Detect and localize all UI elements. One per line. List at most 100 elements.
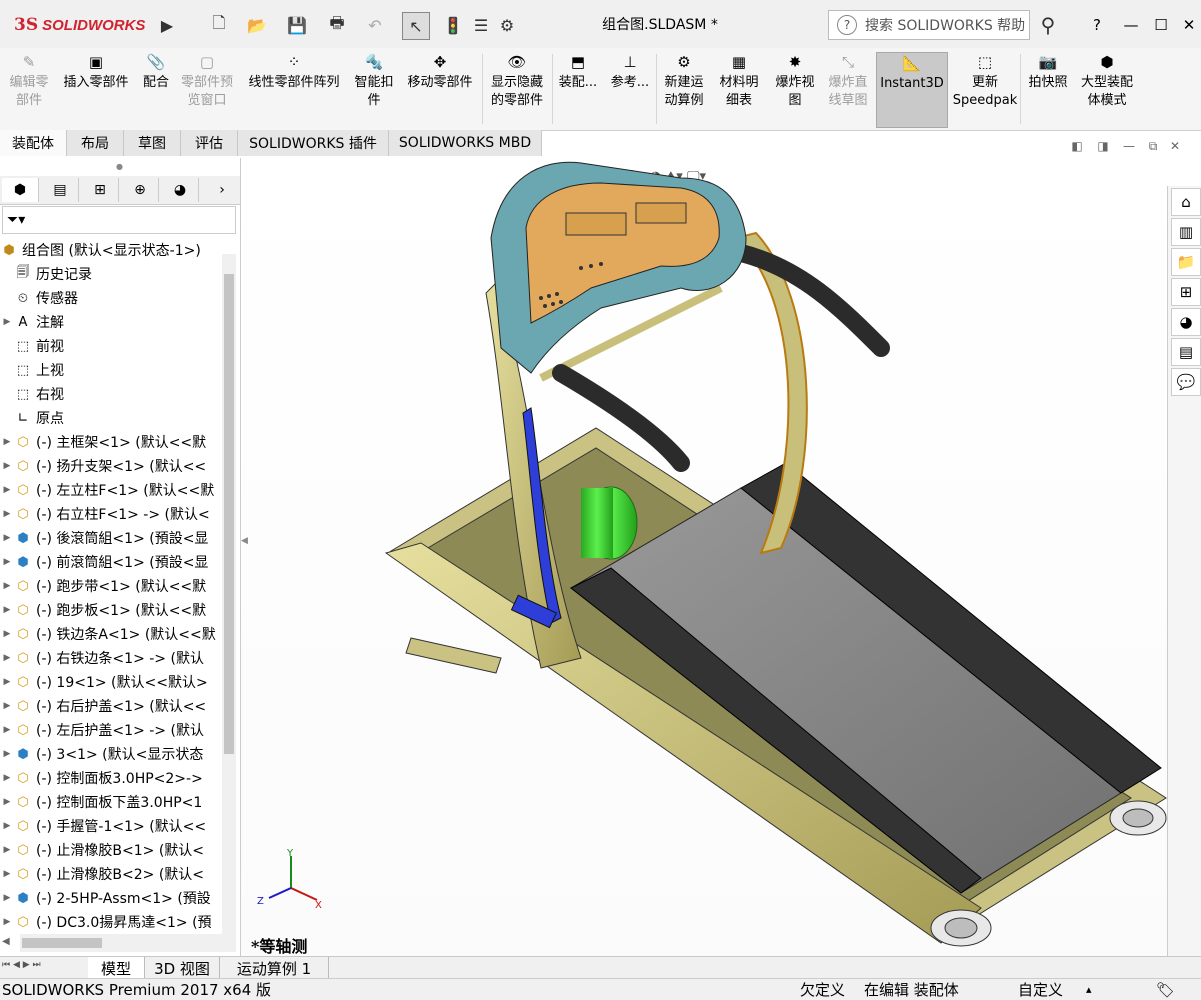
tree-root[interactable]: ⬢ 组合图 (默认<显示状态-1>) [0,238,222,262]
expand-arrow-icon[interactable]: ▶ [0,461,14,471]
forum-chat-icon[interactable]: 💬 [1171,368,1201,396]
tree-item[interactable]: ∟ 原点 [0,406,222,430]
component-preview-button[interactable]: ▢ 零部件预 览窗口 [176,52,238,126]
tree-item[interactable]: ▶ ⬢ (-) 3<1> (默认<显示状态 [0,742,222,766]
close-button[interactable]: ✕ [1176,12,1201,38]
tree-item[interactable]: ▶ ⬡ (-) 跑步板<1> (默认<<默 [0,598,222,622]
tree-vertical-scrollbar[interactable] [222,254,236,934]
expand-arrow-icon[interactable]: ▶ [0,701,14,711]
expand-arrow-icon[interactable]: ▶ [0,317,14,327]
tree-item[interactable]: ▶ ⬡ (-) DC3.0揚昇馬達<1> (預 [0,910,222,934]
property-manager-tab-icon[interactable]: ▤ [42,178,79,202]
solidworks-logo[interactable]: 3S SOLIDWORKS [14,10,154,40]
tab-solidworks-mbd[interactable]: SOLIDWORKS MBD [389,130,542,156]
tab-layout[interactable]: 布局 [67,130,124,156]
tree-item[interactable]: ▶ A 注解 [0,310,222,334]
expand-arrow-icon[interactable]: ▶ [0,629,14,639]
linear-pattern-button[interactable]: ⁘ 线性零部件阵列 [242,52,346,126]
tree-item[interactable]: ▶ ⬡ (-) 扬升支架<1> (默认<< [0,454,222,478]
tree-item[interactable]: ▶ ⬡ (-) 手握管-1<1> (默认<< [0,814,222,838]
tree-item[interactable]: ▶ ⬡ (-) 右立柱F<1> -> (默认< [0,502,222,526]
expand-arrow-icon[interactable]: ▶ [0,581,14,591]
viewport-restore-icon[interactable]: ⧉ [1143,138,1163,154]
tree-item[interactable]: ▶ ⬢ (-) 前滾筒組<1> (預設<显 [0,550,222,574]
expand-arrow-icon[interactable]: ▶ [0,917,14,927]
tree-item[interactable]: ▶ ⬡ (-) 止滑橡胶B<1> (默认< [0,838,222,862]
expand-arrow-icon[interactable]: ▶ [0,677,14,687]
smart-fasteners-button[interactable]: 🔩 智能扣 件 [350,52,398,126]
scroll-left-icon[interactable]: ◀ [2,936,10,947]
expand-arrow-icon[interactable]: ▶ [0,725,14,735]
tree-item[interactable]: ▶ ⬡ (-) 右后护盖<1> (默认<< [0,694,222,718]
graphics-viewport[interactable]: 🔍 ◫ ⬚▾ ⬢▾ 👁▾ ◕ ⛰▾ 🖵▾ ◧ ◨ — ⧉ ✕ [241,139,1180,956]
help-search-box[interactable]: ? 搜索 SOLIDWORKS 帮助 [828,10,1030,40]
tab-3d-views[interactable]: 3D 视图 [145,957,220,979]
tree-item[interactable]: ▶ ⬡ (-) 左后护盖<1> -> (默认 [0,718,222,742]
appearances-scenes-icon[interactable]: ◕ [1171,308,1201,336]
tab-sketch[interactable]: 草图 [124,130,181,156]
expand-arrow-icon[interactable]: ▶ [0,509,14,519]
new-motion-study-button[interactable]: ⚙ 新建运 动算例 [660,52,708,126]
help-button[interactable]: ? [1084,12,1110,38]
tree-horizontal-scrollbar[interactable] [20,934,236,952]
select-pointer-icon[interactable]: ↖ [402,12,430,40]
expand-arrow-icon[interactable]: ▶ [0,653,14,663]
viewport-close-icon[interactable]: ✕ [1165,138,1185,154]
tree-item[interactable]: ⬚ 上视 [0,358,222,382]
tab-evaluate[interactable]: 评估 [181,130,238,156]
tabs-scroll-right-icon[interactable]: › [210,178,234,202]
expand-arrow-icon[interactable]: ▶ [0,605,14,615]
configuration-manager-tab-icon[interactable]: ⊞ [82,178,119,202]
assembly-features-button[interactable]: ⬒ 装配... [556,52,600,126]
rebuild-traffic-light-icon[interactable]: 🚦 [440,12,466,38]
tab-assembly[interactable]: 装配体 [0,130,67,156]
options-gear-icon[interactable]: ⚙ [494,12,520,38]
tree-item[interactable]: 🗐 历史记录 [0,262,222,286]
tree-item[interactable]: ▶ ⬡ (-) 控制面板3.0HP<2>-> [0,766,222,790]
treadmill-model[interactable] [241,158,1167,956]
expand-arrow-icon[interactable]: ▶ [0,773,14,783]
tree-item[interactable]: ▶ ⬡ (-) 控制面板下盖3.0HP<1 [0,790,222,814]
expand-arrow-icon[interactable]: ▶ [0,869,14,879]
units-dropdown-arrow-icon[interactable]: ▴ [1086,980,1092,999]
tree-item[interactable]: ▶ ⬡ (-) 止滑橡胶B<2> (默认< [0,862,222,886]
status-tags-icon[interactable]: 🏷 [1156,980,1175,999]
tree-item[interactable]: ▶ ⬢ (-) 後滾筒組<1> (預設<显 [0,526,222,550]
expand-arrow-icon[interactable]: ▶ [0,821,14,831]
take-snapshot-button[interactable]: 📷 拍快照 [1024,52,1072,126]
expand-arrow-icon[interactable]: ▶ [0,797,14,807]
expand-arrow-icon[interactable]: ▶ [0,533,14,543]
mate-button[interactable]: 📎 配合 [138,52,174,126]
bill-of-materials-button[interactable]: ▦ 材料明 细表 [714,52,764,126]
expand-arrow-icon[interactable]: ▶ [0,845,14,855]
dimxpert-tab-icon[interactable]: ⊕ [122,178,159,202]
search-input[interactable]: 搜索 SOLIDWORKS 帮助 [865,15,1025,35]
tree-item[interactable]: ⬚ 前视 [0,334,222,358]
open-document-icon[interactable]: 📂 [244,12,270,38]
tree-item[interactable]: ▶ ⬡ (-) 铁边条A<1> (默认<<默 [0,622,222,646]
file-properties-icon[interactable]: ☰ [468,12,494,38]
panel-collapse-handle-icon[interactable]: ◀ [241,528,251,554]
expand-arrow-icon[interactable]: ▶ [0,893,14,903]
solidworks-resources-home-icon[interactable]: ⌂ [1171,188,1201,216]
menu-expand-arrow-icon[interactable]: ▶ [160,12,174,38]
viewport-tile-icon[interactable]: ◨ [1093,138,1113,154]
new-document-icon[interactable]: 🗋 [206,12,232,38]
insert-component-button[interactable]: ▣ 插入零部件 [58,52,134,126]
tree-item[interactable]: ▶ ⬡ (-) 19<1> (默认<<默认> [0,670,222,694]
move-component-button[interactable]: ✥ 移动零部件 [402,52,478,126]
tab-solidworks-addins[interactable]: SOLIDWORKS 插件 [238,130,389,156]
tree-item[interactable]: ⬚ 右视 [0,382,222,406]
tree-item[interactable]: ⏲ 传感器 [0,286,222,310]
maximize-button[interactable]: ☐ [1148,12,1174,38]
feature-tree-tab-icon[interactable]: ⬢ [2,178,39,202]
file-explorer-icon[interactable]: 📁 [1171,248,1201,276]
tree-item[interactable]: ▶ ⬡ (-) 右铁边条<1> -> (默认 [0,646,222,670]
exploded-view-button[interactable]: ✸ 爆炸视 图 [770,52,820,126]
tab-navigation-arrows-icon[interactable]: ⏮ ◀ ▶ ⏭ [2,960,84,976]
show-hidden-components-button[interactable]: 👁 显示隐藏 的零部件 [486,52,548,126]
expand-arrow-icon[interactable]: ▶ [0,485,14,495]
display-manager-tab-icon[interactable]: ◕ [162,178,199,202]
viewport-pin-icon[interactable]: ◧ [1067,138,1087,154]
view-palette-icon[interactable]: ⊞ [1171,278,1201,306]
